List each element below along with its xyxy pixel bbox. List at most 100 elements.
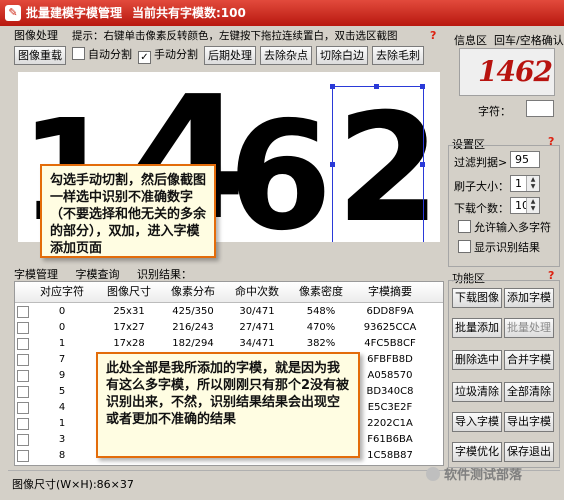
cell-char: 9 xyxy=(58,370,66,381)
cell-char: 1 xyxy=(58,418,66,429)
brush-size-label: 刷子大小： xyxy=(454,180,509,193)
watermark-text: 软件测试部落 xyxy=(444,468,523,483)
manual-split-checkbox[interactable]: ✓ 手动分割 xyxy=(138,47,198,64)
resize-handle[interactable] xyxy=(330,84,335,89)
manual-split-check-icon: ✓ xyxy=(138,51,151,64)
callout-glyph-list: 此处全部是我所添加的字模，就是因为我有这么多字模，所以刚刚只有那个2没有被识别出… xyxy=(96,352,360,458)
download-image-button[interactable]: 下载图像 xyxy=(452,288,502,308)
delete-selected-button[interactable]: 删除选中 xyxy=(452,350,502,370)
auto-split-check-icon xyxy=(72,47,85,60)
cell-hits: 30/471 xyxy=(239,306,275,317)
brush-size-spinner[interactable]: ▲ ▼ xyxy=(526,176,539,191)
col-header-char[interactable]: 对应字符 xyxy=(35,282,89,302)
app-icon: ✎ xyxy=(5,5,21,21)
cell-char: 4 xyxy=(58,402,66,413)
hint-text: 提示：右键单击像素反转颜色，左键按下拖拉连续置白，双击选区截图 xyxy=(72,30,398,42)
auto-split-checkbox[interactable]: 自动分割 xyxy=(72,47,132,63)
threshold-input[interactable]: 95 xyxy=(510,151,540,168)
row-checkbox[interactable] xyxy=(17,418,29,430)
tab-glyph-manage[interactable]: 字模管理 xyxy=(14,266,58,282)
cell-digest: BD340C8 xyxy=(366,386,414,397)
app-window: ✎ 批量建模字模管理 当前共有字模数:100 图像处理 提示：右键单击像素反转颜… xyxy=(0,0,564,500)
row-checkbox[interactable] xyxy=(17,370,29,382)
cell-char: 3 xyxy=(58,434,66,445)
row-checkbox[interactable] xyxy=(17,402,29,414)
callout-manual-split: 勾选手动切割，然后像截图一样选中识别不准确数字（不要选择和他无关的多余的部分），… xyxy=(40,164,216,258)
cell-dist: 182/294 xyxy=(172,338,214,349)
cell-size: 25x31 xyxy=(113,306,145,317)
cell-digest: 6FBFB8D xyxy=(367,354,413,365)
col-header-dist[interactable]: 像素分布 xyxy=(161,282,225,302)
cell-size: 17x28 xyxy=(113,338,145,349)
clear-all-button[interactable]: 全部清除 xyxy=(504,382,554,402)
col-header-digest[interactable]: 字模摘要 xyxy=(355,282,425,302)
import-glyph-button[interactable]: 导入字模 xyxy=(452,412,502,432)
batch-add-button[interactable]: 批量添加 xyxy=(452,318,502,338)
merge-glyph-button[interactable]: 合并字模 xyxy=(504,350,554,370)
cell-char: 1 xyxy=(58,338,66,349)
resize-handle[interactable] xyxy=(420,162,425,167)
clear-junk-button[interactable]: 垃圾清除 xyxy=(452,382,502,402)
cell-size: 17x27 xyxy=(113,322,145,333)
col-header-hits[interactable]: 命中次数 xyxy=(227,282,287,302)
resize-handle[interactable] xyxy=(374,84,379,89)
remove-burrs-button[interactable]: 去除毛刺 xyxy=(372,46,424,65)
remove-noise-button[interactable]: 去除杂点 xyxy=(260,46,312,65)
wechat-icon xyxy=(426,467,440,481)
cell-digest: A058570 xyxy=(367,370,413,381)
table-row[interactable]: 0 17x27 216/243 27/471 470% 93625CCA xyxy=(15,320,443,336)
row-checkbox[interactable] xyxy=(17,386,29,398)
col-header-density[interactable]: 像素密度 xyxy=(291,282,351,302)
auto-split-label: 自动分割 xyxy=(88,48,132,61)
allow-multi-check-icon xyxy=(458,220,471,233)
row-checkbox[interactable] xyxy=(17,322,29,334)
selection-box[interactable] xyxy=(332,86,424,242)
download-count-label: 下载个数： xyxy=(454,202,509,215)
tab-glyph-query[interactable]: 字模查询 xyxy=(76,266,120,282)
add-glyph-button[interactable]: 添加字模 xyxy=(504,288,554,308)
char-input[interactable] xyxy=(526,100,554,117)
cell-char: 7 xyxy=(58,354,66,365)
preview-text: 1462 xyxy=(478,55,553,88)
resize-handle[interactable] xyxy=(420,84,425,89)
cell-digest: E5C3E2F xyxy=(367,402,413,413)
threshold-label: 过滤判据> xyxy=(454,156,508,169)
optimize-glyph-button[interactable]: 字模优化 xyxy=(452,442,502,462)
show-result-checkbox[interactable]: 显示识别结果 xyxy=(458,240,540,256)
batch-process-button[interactable]: 批量处理 xyxy=(504,318,554,338)
brush-size-value: 1 xyxy=(515,177,522,190)
reset-image-button[interactable]: 图像重载 xyxy=(14,46,66,65)
row-checkbox[interactable] xyxy=(17,434,29,446)
col-header-size[interactable]: 图像尺寸 xyxy=(99,282,159,302)
export-glyph-button[interactable]: 导出字模 xyxy=(504,412,554,432)
tab-recognition-result[interactable]: 识别结果： xyxy=(137,266,192,282)
cell-digest: 4FC5B8CF xyxy=(364,338,416,349)
table-header: 对应字符 图像尺寸 像素分布 命中次数 像素密度 字模摘要 xyxy=(15,282,443,303)
allow-multi-char-checkbox[interactable]: 允许输入多字符 xyxy=(458,220,551,236)
post-process-button[interactable]: 后期处理 xyxy=(204,46,256,65)
resize-handle[interactable] xyxy=(330,162,335,167)
row-checkbox[interactable] xyxy=(17,306,29,318)
image-process-label: 图像处理 xyxy=(14,29,58,42)
cell-hits: 34/471 xyxy=(239,338,275,349)
download-count-spinner[interactable]: ▲ ▼ xyxy=(526,198,539,213)
table-row[interactable]: 0 25x31 425/350 30/471 548% 6DD8F9A xyxy=(15,304,443,320)
row-checkbox[interactable] xyxy=(17,338,29,350)
cut-white-edge-button[interactable]: 切除白边 xyxy=(316,46,368,65)
cell-digest: 1C58B87 xyxy=(367,450,413,461)
cell-digest: 2202C1A xyxy=(367,418,413,429)
cell-density: 548% xyxy=(306,306,336,317)
brush-size-input[interactable]: 1 ▲ ▼ xyxy=(510,175,540,192)
row-checkbox[interactable] xyxy=(17,354,29,366)
functions-group xyxy=(448,280,560,468)
cell-char: 5 xyxy=(58,386,66,397)
save-exit-button[interactable]: 保存退出 xyxy=(504,442,554,462)
table-row[interactable]: 1 17x28 182/294 34/471 382% 4FC5B8CF xyxy=(15,336,443,352)
row-checkbox[interactable] xyxy=(17,450,29,462)
image-size-status: 图像尺寸(W×H):86×37 xyxy=(12,478,134,491)
cell-digest: 93625CCA xyxy=(363,322,417,333)
download-count-input[interactable]: 10 ▲ ▼ xyxy=(510,197,540,214)
help-icon[interactable]: ? xyxy=(430,29,436,43)
captcha-preview: 1462 xyxy=(459,48,555,96)
cell-char: 8 xyxy=(58,450,66,461)
